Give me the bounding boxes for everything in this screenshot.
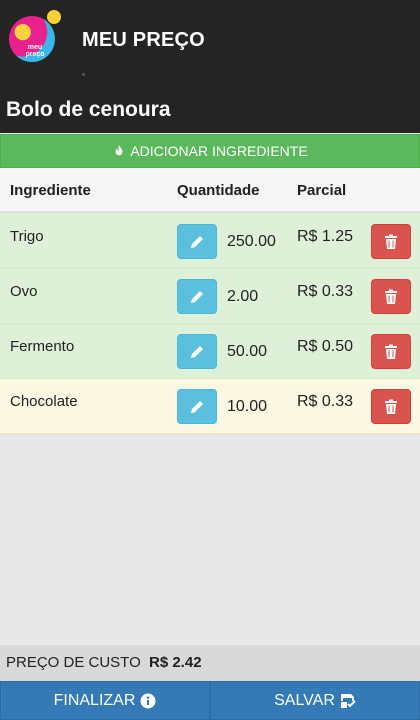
ingredient-partial: R$ 1.25	[297, 228, 354, 245]
cost-value: R$ 2.42	[149, 654, 202, 671]
app-title: MEU PREÇO	[82, 29, 205, 51]
trash-icon	[385, 344, 397, 359]
edit-button[interactable]	[177, 389, 217, 424]
delete-button[interactable]	[371, 389, 411, 424]
pencil-icon	[191, 400, 203, 413]
ingredient-quantity: 50.00	[227, 343, 268, 360]
ingredient-name: Ovo	[10, 283, 38, 300]
trash-icon	[385, 289, 397, 304]
table-row: Trigo 250.00 R$ 1.25	[0, 214, 420, 269]
app-logo: meu preço	[9, 10, 61, 62]
add-ingredient-label: ADICIONAR INGREDIENTE	[130, 143, 308, 159]
ingredient-quantity: 2.00	[227, 288, 259, 305]
save-button[interactable]: SALVAR	[210, 681, 420, 720]
table-row: Ovo 2.00 R$ 0.33	[0, 269, 420, 324]
pencil-icon	[191, 345, 203, 358]
ingredient-quantity: 10.00	[227, 398, 268, 415]
header-ingredient: Ingrediente	[10, 182, 91, 199]
fire-icon	[115, 144, 123, 156]
header-quantity: Quantidade	[177, 182, 260, 199]
recipe-title: Bolo de cenoura	[6, 98, 171, 121]
logo-text: meu preço	[25, 44, 45, 58]
header-partial: Parcial	[297, 182, 347, 199]
delete-button[interactable]	[371, 334, 411, 369]
save-label: SALVAR	[274, 691, 335, 709]
ingredient-partial: R$ 0.50	[297, 338, 354, 355]
save-check-icon	[340, 693, 356, 708]
ingredient-partial: R$ 0.33	[297, 393, 354, 410]
finalize-button[interactable]: FINALIZAR	[0, 681, 210, 720]
delete-button[interactable]	[371, 279, 411, 314]
edit-button[interactable]	[177, 334, 217, 369]
edit-button[interactable]	[177, 224, 217, 259]
status-dot	[82, 73, 85, 76]
cost-bar: PREÇO DE CUSTO R$ 2.42	[0, 645, 420, 681]
ingredient-quantity: 250.00	[227, 233, 276, 250]
info-circle-icon	[140, 693, 156, 708]
cost-label: PREÇO DE CUSTO	[6, 654, 141, 671]
pencil-icon	[191, 235, 203, 248]
edit-button[interactable]	[177, 279, 217, 314]
ingredient-partial: R$ 0.33	[297, 283, 354, 300]
table-header: Ingrediente Quantidade Parcial	[0, 168, 420, 213]
ingredient-name: Fermento	[10, 338, 75, 355]
add-ingredient-button[interactable]: ADICIONAR INGREDIENTE	[0, 134, 420, 168]
delete-button[interactable]	[371, 224, 411, 259]
trash-icon	[385, 399, 397, 414]
pencil-icon	[191, 290, 203, 303]
bottom-actions: FINALIZAR SALVAR	[0, 681, 420, 720]
ingredient-name: Trigo	[10, 228, 44, 245]
table-row: Fermento 50.00 R$ 0.50	[0, 324, 420, 379]
trash-icon	[385, 234, 397, 249]
app-bar: meu preço MEU PREÇO Bolo de cenoura	[0, 0, 420, 133]
finalize-label: FINALIZAR	[53, 691, 136, 709]
ingredient-name: Chocolate	[10, 393, 78, 410]
table-row: Chocolate 10.00 R$ 0.33	[0, 379, 420, 434]
